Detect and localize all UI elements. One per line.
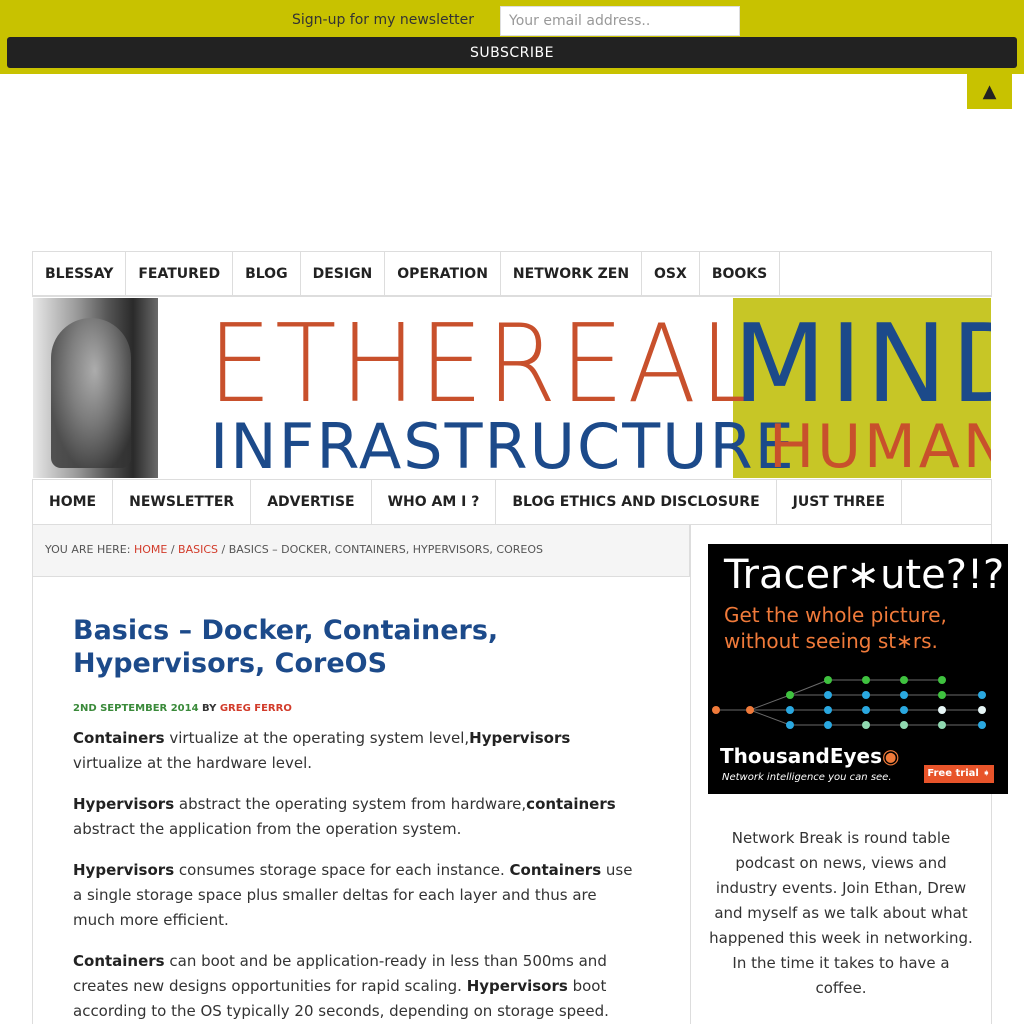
post-paragraph: Containers can boot and be application-r… [73, 949, 643, 1024]
paragraph-text: abstract the application from the operat… [73, 820, 462, 838]
paragraph-text: virtualize at the operating system level… [164, 729, 470, 747]
ad-headline: Tracer∗ute?!? [724, 552, 1005, 598]
top-nav-network-zen[interactable]: NETWORK ZEN [501, 252, 643, 295]
sub-nav-newsletter[interactable]: NEWSLETTER [113, 480, 252, 524]
top-nav-operation[interactable]: OPERATION [385, 252, 501, 295]
top-nav: BLESSAY FEATURED BLOG DESIGN OPERATION N… [32, 251, 992, 297]
ad-network-graphic [712, 676, 986, 729]
top-nav-blessay[interactable]: BLESSAY [33, 252, 127, 295]
bold-term: containers [526, 795, 616, 813]
top-nav-osx[interactable]: OSX [642, 252, 700, 295]
thousandeyes-ad[interactable]: Tracer∗ute?!? Get the whole picture, with… [708, 544, 1008, 794]
sidebar-divider [690, 525, 691, 1024]
thousandeyes-logo: ThousandEyes◉ [720, 744, 899, 768]
top-nav-books[interactable]: BOOKS [700, 252, 781, 295]
post-paragraph: Hypervisors abstract the operating syste… [73, 792, 643, 842]
network-break-description: Network Break is round table podcast on … [709, 829, 973, 997]
header-human-text: HUMAN [769, 412, 991, 478]
breadcrumb-current: BASICS – DOCKER, CONTAINERS, HYPERVISORS… [228, 543, 543, 556]
bold-term: Hypervisors [466, 977, 568, 995]
post-paragraph: Containers virtualize at the operating s… [73, 726, 643, 776]
top-nav-design[interactable]: DESIGN [301, 252, 386, 295]
eye-icon: ◉ [881, 744, 900, 768]
sub-nav-blog-ethics[interactable]: BLOG ETHICS AND DISCLOSURE [496, 480, 777, 524]
post-meta: 2ND SEPTEMBER 2014 BY GREG FERRO [73, 703, 292, 714]
header-infrastructure-text: INFRASTRUCTURE [210, 410, 796, 478]
header-ethereal-text: ETHEREAL [208, 302, 760, 427]
breadcrumb-basics-link[interactable]: BASICS [178, 543, 218, 556]
post-by-label: BY [198, 703, 220, 714]
free-trial-button[interactable]: Free trial ➧ [924, 765, 994, 783]
top-nav-blog[interactable]: BLOG [233, 252, 301, 295]
paragraph-text: virtualize at the hardware level. [73, 754, 313, 772]
bold-term: Hypervisors [73, 861, 175, 879]
subscribe-button[interactable]: SUBSCRIBE [7, 37, 1017, 68]
ad-brand-text: ThousandEyes [720, 744, 882, 768]
sub-nav-just-three[interactable]: JUST THREE [777, 480, 902, 524]
sub-nav-home[interactable]: HOME [33, 480, 114, 524]
breadcrumb-separator: / [167, 543, 179, 556]
back-to-top-button[interactable]: ▲ [967, 74, 1012, 109]
ad-subline: Get the whole picture, [724, 603, 947, 627]
header-portrait-image [33, 298, 158, 478]
newsletter-label: Sign-up for my newsletter [292, 12, 474, 28]
ad-tagline: Network intelligence you can see. [722, 772, 892, 783]
breadcrumb-separator: / [218, 543, 229, 556]
ad-subheadline: Get the whole picture, without seeing st∗… [724, 602, 947, 654]
bold-term: Containers [73, 729, 165, 747]
sub-nav-advertise[interactable]: ADVERTISE [251, 480, 372, 524]
bold-term: Containers [73, 952, 165, 970]
post-title[interactable]: Basics – Docker, Containers, Hypervisors… [73, 614, 653, 680]
breadcrumb-home-link[interactable]: HOME [134, 543, 167, 556]
header-mind-text: MIND [733, 302, 991, 427]
post-body: Containers virtualize at the operating s… [73, 726, 643, 1024]
post-paragraph: Hypervisors consumes storage space for e… [73, 858, 643, 933]
site-header-banner[interactable]: ETHEREAL MIND INFRASTRUCTURE HUMAN [33, 298, 991, 478]
secondary-nav: HOME NEWSLETTER ADVERTISE WHO AM I ? BLO… [32, 479, 992, 525]
newsletter-bar: Sign-up for my newsletter SUBSCRIBE [0, 0, 1024, 74]
top-nav-featured[interactable]: FEATURED [126, 252, 234, 295]
bold-term: Containers [509, 861, 602, 879]
post-author-link[interactable]: GREG FERRO [220, 703, 292, 714]
post-date: 2ND SEPTEMBER 2014 [73, 703, 199, 714]
paragraph-text: consumes storage space for each instance… [174, 861, 510, 879]
sub-nav-who-am-i[interactable]: WHO AM I ? [372, 480, 497, 524]
bold-term: Hypervisors [73, 795, 175, 813]
paragraph-text: abstract the operating system from hardw… [174, 795, 527, 813]
ad-subline: without seeing st∗rs. [724, 629, 938, 653]
newsletter-email-input[interactable] [500, 6, 740, 36]
bold-term: Hypervisors [469, 729, 571, 747]
breadcrumb: YOU ARE HERE: HOME / BASICS / BASICS – D… [33, 525, 690, 577]
breadcrumb-prefix: YOU ARE HERE: [45, 543, 131, 556]
